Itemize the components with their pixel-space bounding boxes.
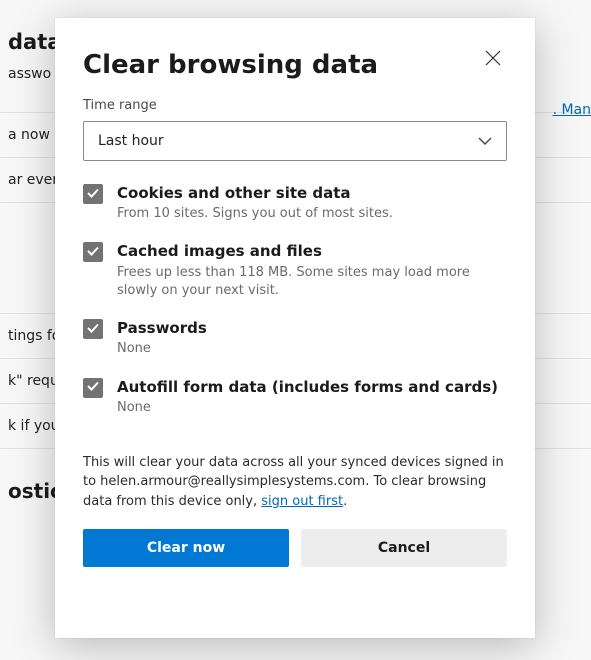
item-title: Autofill form data (includes forms and c… [117, 377, 507, 397]
time-range-label: Time range [83, 98, 507, 113]
checkbox-autofill[interactable] [83, 378, 103, 398]
dialog-title: Clear browsing data [83, 50, 378, 80]
time-range-select[interactable]: Last hour [83, 121, 507, 161]
checkbox-cookies[interactable] [83, 184, 103, 204]
footer-note: This will clear your data across all you… [83, 453, 507, 512]
item-subtext: None [117, 399, 507, 417]
clear-browsing-data-dialog: Clear browsing data Time range Last hour [55, 18, 535, 638]
item-subtext: From 10 sites. Signs you out of most sit… [117, 205, 507, 223]
list-item: Cookies and other site data From 10 site… [83, 183, 507, 223]
checkmark-icon [86, 185, 100, 204]
list-item: Cached images and files Frees up less th… [83, 241, 507, 300]
item-subtext: None [117, 340, 507, 358]
modal-overlay: Clear browsing data Time range Last hour [0, 0, 591, 660]
close-icon [485, 50, 501, 70]
item-title: Passwords [117, 318, 507, 338]
checkbox-cached[interactable] [83, 242, 103, 262]
time-range-value: Last hour [98, 133, 164, 149]
checkmark-icon [86, 378, 100, 397]
item-title: Cookies and other site data [117, 183, 507, 203]
chevron-down-icon [476, 132, 494, 150]
item-title: Cached images and files [117, 241, 507, 261]
item-subtext: Frees up less than 118 MB. Some sites ma… [117, 264, 507, 300]
clear-now-button[interactable]: Clear now [83, 529, 289, 567]
checkbox-passwords[interactable] [83, 319, 103, 339]
data-types-list: Cookies and other site data From 10 site… [83, 183, 507, 423]
list-item: Autofill form data (includes forms and c… [83, 377, 507, 417]
cancel-button[interactable]: Cancel [301, 529, 507, 567]
footer-text-end: . [343, 494, 347, 509]
close-button[interactable] [479, 46, 507, 74]
list-item: Passwords None [83, 318, 507, 358]
checkmark-icon [86, 320, 100, 339]
checkmark-icon [86, 243, 100, 262]
sign-out-link[interactable]: sign out first [261, 494, 343, 509]
